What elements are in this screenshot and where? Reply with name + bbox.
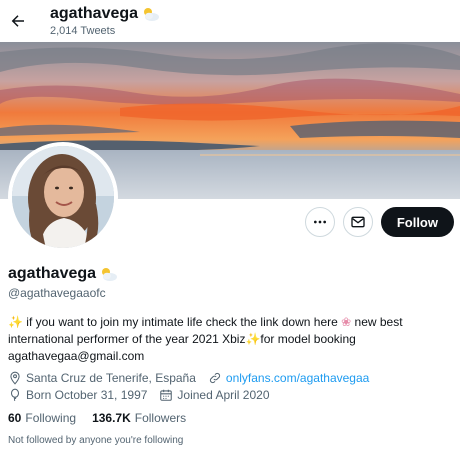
website-link[interactable]: onlyfans.com/agathavegaa (226, 371, 369, 385)
bio-text-1b: new best (354, 315, 403, 329)
profile-actions: Follow (304, 207, 454, 237)
location-text: Santa Cruz de Tenerife, España (26, 371, 196, 385)
sparkles-icon: ✨ (8, 315, 23, 329)
location-row: Santa Cruz de Tenerife, España onlyfans.… (8, 371, 369, 385)
following-label: Following (25, 411, 77, 425)
not-followed-note: Not followed by anyone you're following (8, 435, 184, 446)
following-link[interactable]: 60 Following (8, 411, 76, 425)
follow-counts: 60 Following 136.7K Followers (8, 411, 186, 425)
sparkles-icon: ✨ (245, 332, 261, 346)
sun-behind-cloud-icon (102, 268, 118, 281)
balloon-icon (10, 388, 20, 402)
location-pin-icon (10, 371, 20, 385)
bio-text-2a: international performer of the year 2021… (8, 332, 246, 346)
followers-link[interactable]: 136.7K Followers (92, 411, 186, 425)
profile-display-name: agathavega (8, 265, 97, 282)
followers-label: Followers (134, 411, 187, 425)
joined-text: Joined April 2020 (177, 388, 270, 402)
calendar-icon (160, 389, 173, 401)
avatar-photo (12, 146, 114, 248)
bio-text-1a: if you want to join my intimate life che… (26, 315, 338, 329)
profile-bio: ✨ if you want to join my intimate life c… (8, 314, 448, 365)
bio-email: agathavegaa@gmail.com (8, 349, 145, 363)
arrow-left-icon (11, 15, 24, 27)
profile-avatar[interactable] (8, 142, 118, 252)
more-icon (313, 220, 326, 224)
header-name: agathavega (50, 5, 160, 23)
follow-button[interactable]: Follow (380, 207, 454, 237)
profile-name: agathavega (8, 265, 118, 283)
link-icon (209, 372, 220, 384)
message-button[interactable] (342, 207, 373, 237)
bio-line-1: ✨ if you want to join my intimate life c… (8, 314, 448, 331)
cherry-blossom-icon: ❀ (341, 315, 352, 329)
back-button[interactable] (6, 9, 30, 33)
envelope-icon (351, 216, 365, 228)
tweet-count: 2,014 Tweets (50, 25, 116, 37)
following-count: 60 (8, 411, 22, 425)
followers-count: 136.7K (92, 411, 131, 425)
more-button[interactable] (304, 207, 335, 237)
bio-text-2b: for model booking (260, 332, 356, 346)
header-display-name: agathavega (50, 5, 139, 22)
born-text: Born October 31, 1997 (26, 388, 148, 402)
sun-behind-cloud-icon (144, 8, 160, 21)
profile-handle: @agathavegaaofc (8, 286, 106, 300)
bio-line-2: international performer of the year 2021… (8, 331, 448, 348)
dates-row: Born October 31, 1997 Joined April 2020 (8, 388, 270, 402)
top-bar: agathavega 2,014 Tweets (0, 0, 460, 42)
